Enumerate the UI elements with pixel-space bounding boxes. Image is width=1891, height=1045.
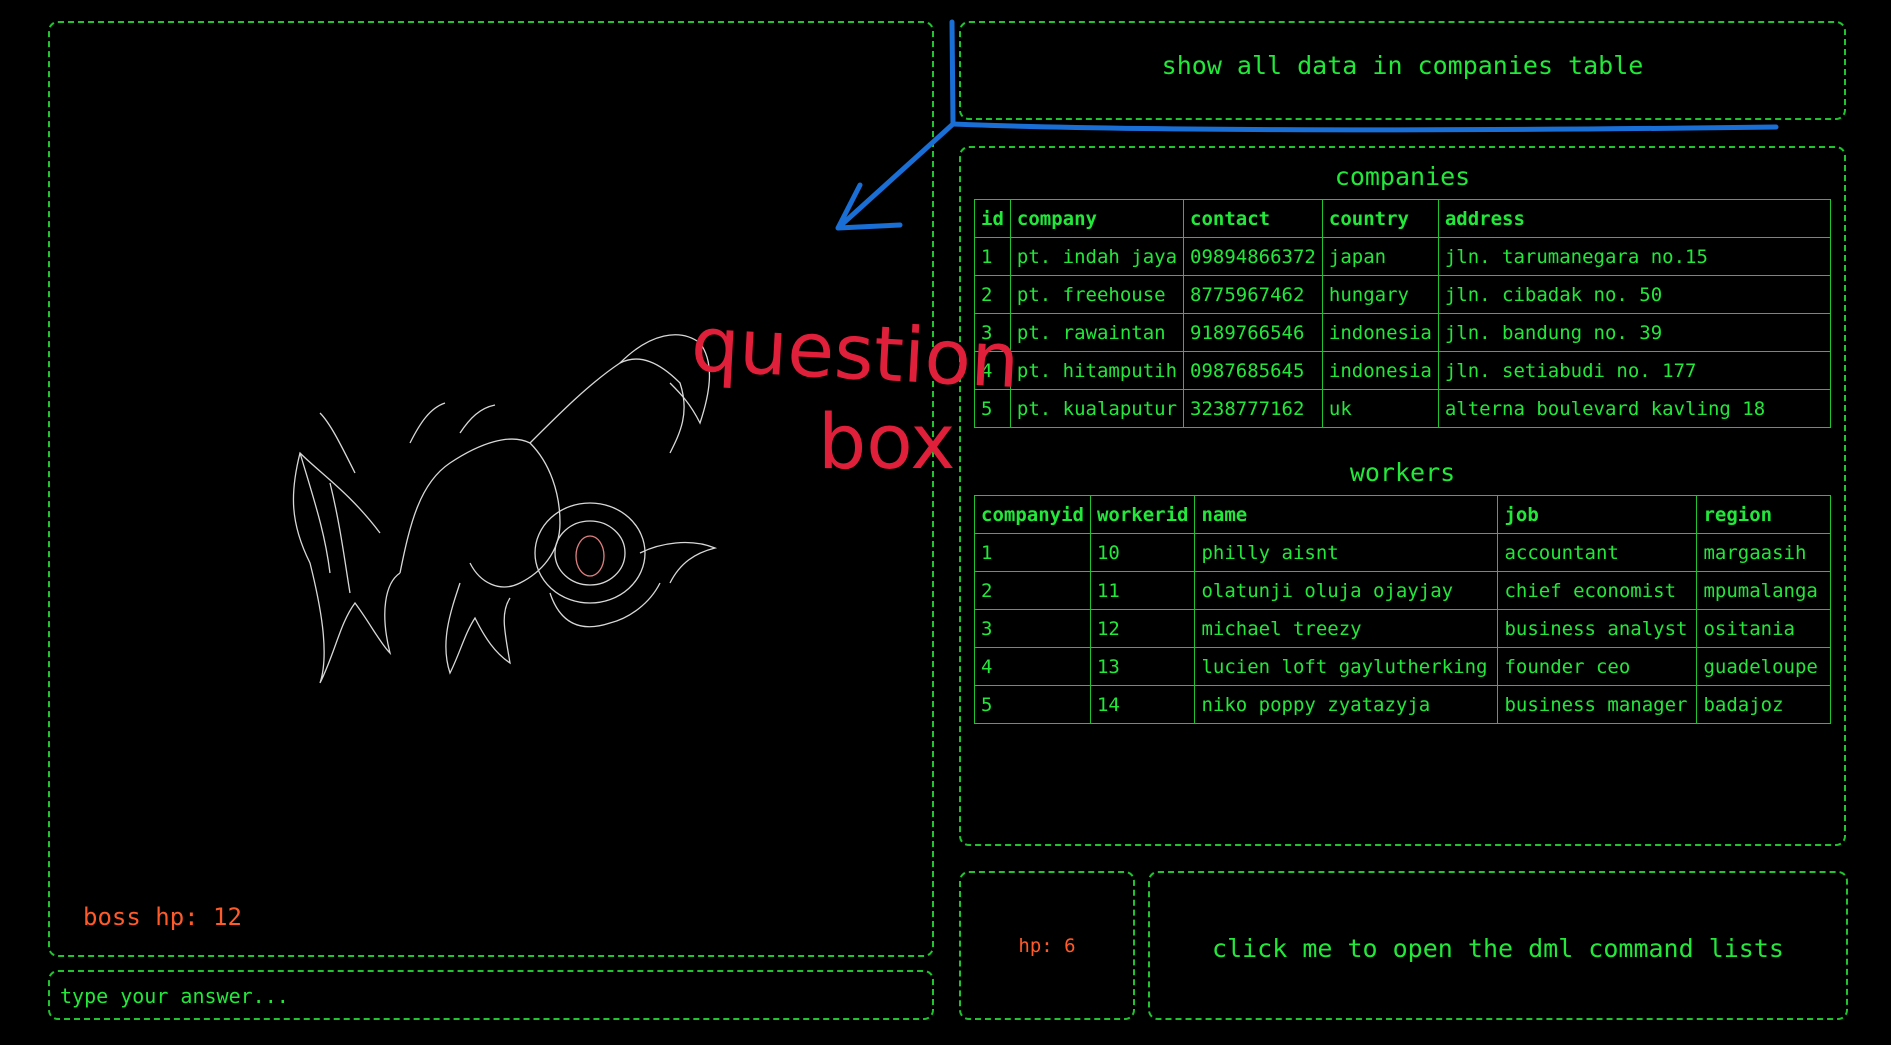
- table-cell: business manager: [1497, 685, 1698, 724]
- workers-table: companyid workerid name job region 1 10 …: [974, 495, 1831, 724]
- column-header-workerid: workerid: [1089, 495, 1196, 534]
- table-cell: pt. hitamputih: [1009, 351, 1185, 390]
- table-header-row: companyid workerid name job region: [974, 495, 1831, 534]
- table-cell: 3238777162: [1183, 389, 1323, 428]
- question-box: show all data in companies table: [959, 21, 1846, 120]
- table-cell: jln. tarumanegara no.15: [1437, 237, 1832, 276]
- boss-panel: boss hp: 12: [48, 21, 934, 957]
- table-cell: uk: [1321, 389, 1439, 428]
- column-header-id: id: [974, 199, 1011, 238]
- column-header-job: job: [1497, 495, 1698, 534]
- table-cell: 12: [1089, 609, 1196, 648]
- table-row: 2 11 olatunji oluja ojayjay chief econom…: [974, 571, 1831, 610]
- table-row: 4 13 lucien loft gaylutherking founder c…: [974, 647, 1831, 686]
- table-row: 1 pt. indah jaya 09894866372 japan jln. …: [974, 237, 1832, 276]
- table-cell: 1: [974, 237, 1011, 276]
- table-cell: business analyst: [1497, 609, 1698, 648]
- table-cell: pt. freehouse: [1009, 275, 1185, 314]
- table-cell: chief economist: [1497, 571, 1698, 610]
- table-cell: lucien loft gaylutherking: [1194, 647, 1499, 686]
- table-cell: 2: [974, 571, 1091, 610]
- table-cell: indonesia: [1321, 313, 1439, 352]
- table-cell: jln. setiabudi no. 177: [1437, 351, 1832, 390]
- table-cell: jln. cibadak no. 50: [1437, 275, 1832, 314]
- boss-monster-image: [292, 334, 718, 684]
- companies-table-title: companies: [1334, 162, 1471, 191]
- player-hp-box: hp: 6: [959, 871, 1135, 1020]
- table-cell: ositania: [1696, 609, 1831, 648]
- table-row: 2 pt. freehouse 8775967462 hungary jln. …: [974, 275, 1832, 314]
- table-cell: 4: [974, 647, 1091, 686]
- table-cell: 09894866372: [1183, 237, 1323, 276]
- table-cell: 9189766546: [1183, 313, 1323, 352]
- answer-input[interactable]: [58, 980, 922, 1012]
- table-cell: indonesia: [1321, 351, 1439, 390]
- table-row: 4 pt. hitamputih 0987685645 indonesia jl…: [974, 351, 1832, 390]
- table-cell: japan: [1321, 237, 1439, 276]
- column-header-companyid: companyid: [974, 495, 1091, 534]
- dml-command-list-button[interactable]: click me to open the dml command lists: [1148, 871, 1848, 1020]
- table-cell: accountant: [1497, 533, 1698, 572]
- column-header-name: name: [1194, 495, 1499, 534]
- table-cell: guadeloupe: [1696, 647, 1831, 686]
- table-cell: pt. rawaintan: [1009, 313, 1185, 352]
- table-cell: 5: [974, 685, 1091, 724]
- table-header-row: id company contact country address: [974, 199, 1832, 238]
- table-cell: 11: [1089, 571, 1196, 610]
- table-cell: founder ceo: [1497, 647, 1698, 686]
- table-row: 3 pt. rawaintan 9189766546 indonesia jln…: [974, 313, 1832, 352]
- table-cell: margaasih: [1696, 533, 1831, 572]
- table-cell: olatunji oluja ojayjay: [1194, 571, 1499, 610]
- table-cell: 3: [974, 313, 1011, 352]
- table-cell: 14: [1089, 685, 1196, 724]
- table-cell: 3: [974, 609, 1091, 648]
- boss-hp-label: boss hp: 12: [83, 903, 242, 931]
- table-cell: 5: [974, 389, 1011, 428]
- question-text: show all data in companies table: [1161, 51, 1644, 80]
- tables-panel: companies id company contact country add…: [959, 146, 1846, 846]
- table-row: 5 pt. kualaputur 3238777162 uk alterna b…: [974, 389, 1832, 428]
- table-cell: hungary: [1321, 275, 1439, 314]
- table-cell: badajoz: [1696, 685, 1831, 724]
- table-cell: 4: [974, 351, 1011, 390]
- table-cell: pt. indah jaya: [1009, 237, 1185, 276]
- player-hp-label: hp: 6: [1018, 935, 1076, 957]
- companies-table: id company contact country address 1 pt.…: [974, 199, 1832, 428]
- table-cell: 10: [1089, 533, 1196, 572]
- table-cell: mpumalanga: [1696, 571, 1831, 610]
- table-cell: 13: [1089, 647, 1196, 686]
- table-cell: philly aisnt: [1194, 533, 1499, 572]
- answer-box[interactable]: [48, 970, 934, 1020]
- workers-table-title: workers: [1349, 458, 1456, 487]
- column-header-contact: contact: [1183, 199, 1323, 238]
- table-row: 1 10 philly aisnt accountant margaasih: [974, 533, 1831, 572]
- table-cell: 8775967462: [1183, 275, 1323, 314]
- table-row: 5 14 niko poppy zyatazyja business manag…: [974, 685, 1831, 724]
- column-header-company: company: [1009, 199, 1185, 238]
- column-header-country: country: [1321, 199, 1439, 238]
- table-cell: pt. kualaputur: [1009, 389, 1185, 428]
- dml-command-list-label: click me to open the dml command lists: [1212, 934, 1784, 963]
- table-cell: niko poppy zyatazyja: [1194, 685, 1499, 724]
- table-cell: 2: [974, 275, 1011, 314]
- table-row: 3 12 michael treezy business analyst osi…: [974, 609, 1831, 648]
- table-cell: alterna boulevard kavling 18: [1437, 389, 1832, 428]
- column-header-address: address: [1437, 199, 1832, 238]
- column-header-region: region: [1696, 495, 1831, 534]
- table-cell: michael treezy: [1194, 609, 1499, 648]
- table-cell: jln. bandung no. 39: [1437, 313, 1832, 352]
- table-cell: 1: [974, 533, 1091, 572]
- table-cell: 0987685645: [1183, 351, 1323, 390]
